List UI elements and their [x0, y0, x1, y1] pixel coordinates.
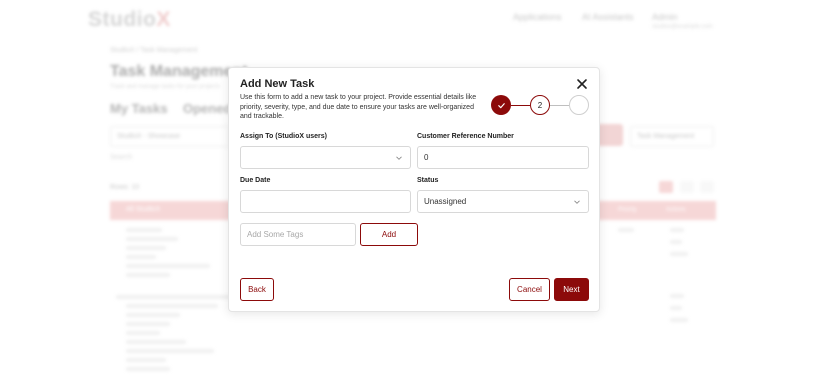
due-date-input[interactable] [240, 190, 411, 213]
modal-title: Add New Task [240, 78, 315, 90]
chevron-down-icon [574, 200, 580, 204]
cancel-button[interactable]: Cancel [509, 278, 550, 301]
due-date-label: Due Date [240, 177, 271, 184]
assign-to-select[interactable] [240, 146, 411, 169]
step-current: 2 [530, 95, 550, 115]
close-icon[interactable] [575, 77, 589, 91]
back-button[interactable]: Back [240, 278, 274, 301]
customer-ref-label: Customer Reference Number [417, 133, 514, 140]
next-button[interactable]: Next [554, 278, 589, 301]
status-label: Status [417, 177, 439, 184]
status-value: Unassigned [424, 197, 467, 206]
add-task-modal: Add New Task Use this form to add a new … [228, 67, 600, 312]
tags-input-field[interactable] [247, 230, 349, 239]
modal-description: Use this form to add a new task to your … [240, 94, 477, 121]
progress-stepper: 2 [491, 95, 589, 115]
assign-to-label: Assign To (StudioX users) [240, 133, 327, 140]
step-completed [491, 95, 511, 115]
add-tag-button[interactable]: Add [360, 223, 418, 246]
chevron-down-icon [396, 156, 402, 160]
step-upcoming [569, 95, 589, 115]
tags-input[interactable] [240, 223, 356, 246]
stepper-connector-done [511, 104, 530, 106]
stepper-connector-pending [550, 104, 569, 106]
check-icon [497, 102, 505, 108]
customer-ref-input[interactable]: 0 [417, 146, 589, 169]
customer-ref-value: 0 [424, 153, 429, 162]
status-select[interactable]: Unassigned [417, 190, 589, 213]
